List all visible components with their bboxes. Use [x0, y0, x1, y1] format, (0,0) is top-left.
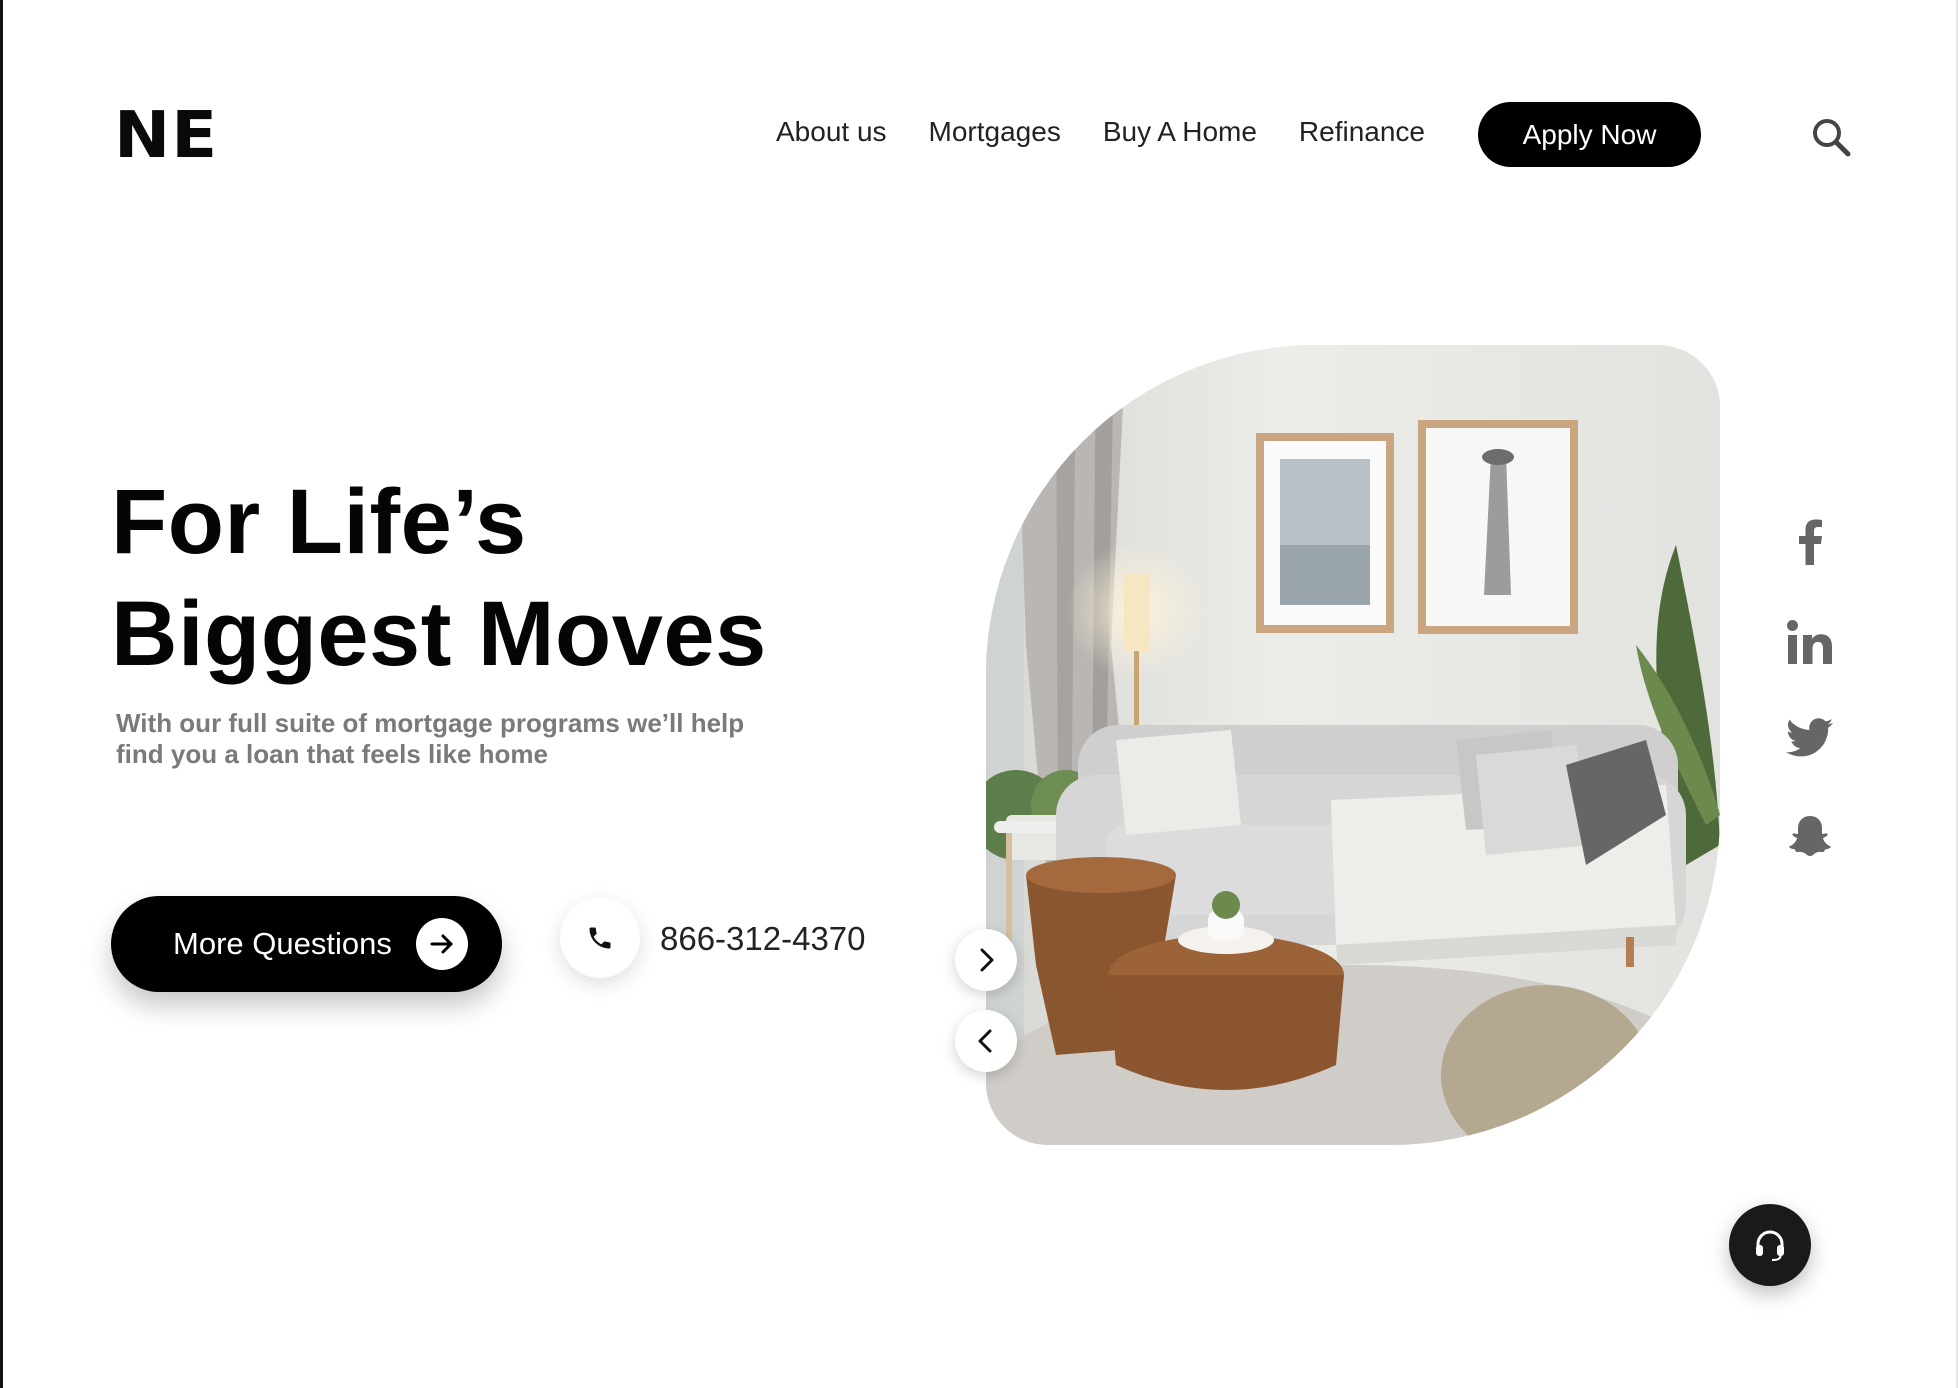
- apply-now-button[interactable]: Apply Now: [1478, 102, 1701, 167]
- arrow-right-icon: [416, 918, 468, 970]
- chevron-left-icon: [978, 1029, 992, 1053]
- carousel-prev-button[interactable]: [955, 1010, 1017, 1072]
- apply-now-label: Apply Now: [1522, 118, 1657, 150]
- left-border: [0, 0, 3, 1388]
- carousel-next-button[interactable]: [955, 929, 1017, 991]
- phone-icon[interactable]: [560, 898, 640, 978]
- linkedin-icon[interactable]: [1782, 614, 1838, 670]
- main-nav: About us Mortgages Buy A Home Refinance: [776, 116, 1467, 148]
- facebook-icon[interactable]: [1782, 514, 1838, 570]
- headset-icon: [1756, 1230, 1784, 1261]
- support-chat-button[interactable]: [1729, 1204, 1811, 1286]
- hero-living-room-image: [986, 345, 1720, 1145]
- nav-about-us[interactable]: About us: [776, 116, 887, 148]
- snapchat-icon[interactable]: [1782, 808, 1838, 864]
- nav-buy-a-home[interactable]: Buy A Home: [1103, 116, 1257, 148]
- hero-title-line-1: For Life’s: [111, 471, 527, 573]
- hero-title-line-2: Biggest Moves: [111, 583, 767, 685]
- logo[interactable]: NE: [114, 104, 218, 168]
- hero-subtitle-line-2: find you a loan that feels like home: [116, 739, 548, 769]
- hero-subtitle: With our full suite of mortgage programs…: [116, 708, 776, 770]
- more-questions-label: More Questions: [173, 926, 392, 961]
- nav-refinance[interactable]: Refinance: [1299, 116, 1425, 148]
- hero-title: For Life’s Biggest Moves: [111, 466, 767, 690]
- nav-mortgages[interactable]: Mortgages: [929, 116, 1061, 148]
- twitter-icon[interactable]: [1782, 710, 1838, 766]
- hero-subtitle-line-1: With our full suite of mortgage programs…: [116, 708, 745, 738]
- phone-number[interactable]: 866-312-4370: [660, 920, 866, 958]
- search-icon[interactable]: [1810, 116, 1852, 158]
- chevron-right-icon: [980, 948, 994, 972]
- more-questions-button[interactable]: More Questions: [111, 896, 502, 992]
